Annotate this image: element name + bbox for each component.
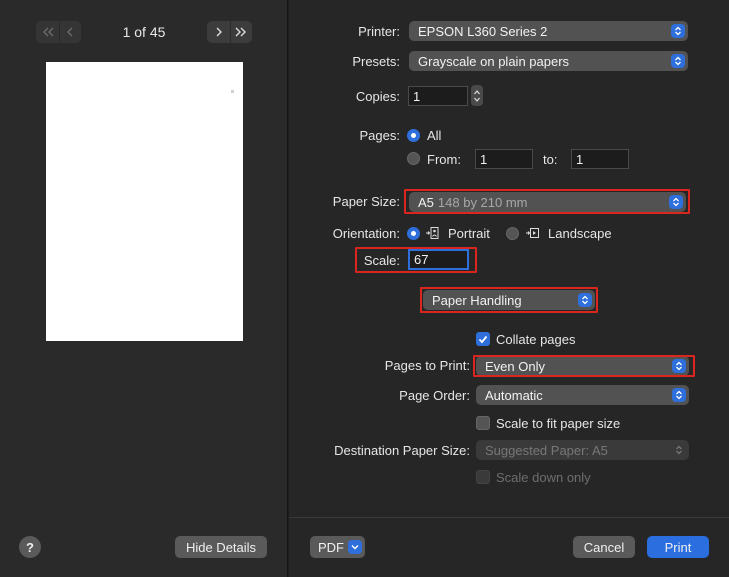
- updown-chevron-icon: [672, 443, 686, 457]
- updown-chevron-icon: [672, 388, 686, 402]
- collate-label: Collate pages: [496, 332, 576, 347]
- portrait-orientation-icon: [426, 227, 439, 239]
- page-order-value: Automatic: [485, 387, 543, 403]
- printer-label: Printer:: [358, 24, 400, 39]
- landscape-orientation-icon: [526, 228, 539, 238]
- hide-details-button[interactable]: Hide Details: [175, 536, 267, 558]
- scale-highlight: [355, 247, 477, 273]
- previous-page-button[interactable]: [58, 21, 81, 43]
- scale-to-fit-checkbox[interactable]: [476, 416, 490, 430]
- copies-stepper[interactable]: [471, 85, 483, 106]
- pages-from-field[interactable]: 1: [475, 149, 533, 169]
- double-chevron-left-icon: [42, 27, 53, 37]
- pdf-label: PDF: [318, 539, 344, 555]
- scale-down-only-checkbox[interactable]: [476, 470, 490, 484]
- stepper-arrows-icon: [474, 89, 480, 102]
- printer-value: EPSON L360 Series 2: [418, 23, 548, 39]
- page-counter: 1 of 45: [122, 24, 166, 40]
- portrait-label: Portrait: [448, 226, 490, 241]
- last-page-button[interactable]: [229, 21, 252, 43]
- cancel-button[interactable]: Cancel: [573, 536, 635, 558]
- pages-all-radio[interactable]: [407, 129, 420, 142]
- page-content-mark: [231, 90, 234, 93]
- presets-value: Grayscale on plain papers: [418, 53, 570, 69]
- destination-paper-size-popup[interactable]: Suggested Paper: A5: [476, 440, 689, 460]
- paper-size-highlight: [404, 189, 690, 214]
- chevron-down-icon: [348, 540, 362, 554]
- pages-label: Pages:: [359, 128, 400, 143]
- print-button[interactable]: Print: [647, 536, 709, 558]
- landscape-radio[interactable]: [506, 227, 519, 240]
- pages-to-field[interactable]: 1: [571, 149, 629, 169]
- pages-to-print-highlight: [473, 355, 695, 377]
- updown-chevron-icon: [671, 24, 685, 38]
- first-previous-page-buttons: [36, 21, 81, 43]
- presets-popup[interactable]: Grayscale on plain papers: [409, 51, 688, 71]
- portrait-radio[interactable]: [407, 227, 420, 240]
- page-preview-thumbnail: [46, 62, 243, 341]
- destination-paper-size-value: Suggested Paper: A5: [485, 442, 608, 458]
- paper-size-label: Paper Size:: [332, 194, 400, 209]
- presets-label: Presets:: [352, 54, 400, 69]
- help-button[interactable]: ?: [19, 536, 41, 558]
- landscape-label: Landscape: [548, 226, 612, 241]
- checkmark-icon: [478, 335, 488, 343]
- orientation-label: Orientation:: [332, 226, 400, 241]
- next-page-button[interactable]: [208, 21, 230, 43]
- preview-pane: 1 of 45 ? Hide Details: [0, 0, 288, 577]
- printer-popup[interactable]: EPSON L360 Series 2: [409, 21, 688, 41]
- next-last-page-buttons: [207, 21, 252, 43]
- pages-to-label: to:: [543, 152, 558, 167]
- pages-from-label: From:: [427, 152, 461, 167]
- page-order-popup[interactable]: Automatic: [476, 385, 689, 405]
- chevron-right-icon: [216, 27, 222, 37]
- updown-chevron-icon: [671, 54, 685, 68]
- scale-to-fit-label: Scale to fit paper size: [496, 416, 621, 431]
- pages-all-label: All: [427, 128, 442, 143]
- copies-label: Copies:: [355, 89, 400, 104]
- page-order-label: Page Order:: [399, 388, 470, 403]
- destination-paper-size-label: Destination Paper Size:: [334, 443, 470, 458]
- scale-down-only-label: Scale down only: [496, 470, 591, 485]
- section-menu-highlight: [420, 287, 598, 313]
- collate-checkbox[interactable]: [476, 332, 490, 346]
- pages-to-print-label: Pages to Print:: [384, 358, 470, 373]
- double-chevron-right-icon: [235, 27, 246, 37]
- copies-field[interactable]: 1: [408, 86, 468, 106]
- first-page-button[interactable]: [37, 21, 59, 43]
- pdf-menu-button[interactable]: PDF: [310, 536, 365, 558]
- pages-from-radio[interactable]: [407, 152, 420, 165]
- chevron-left-icon: [67, 27, 73, 37]
